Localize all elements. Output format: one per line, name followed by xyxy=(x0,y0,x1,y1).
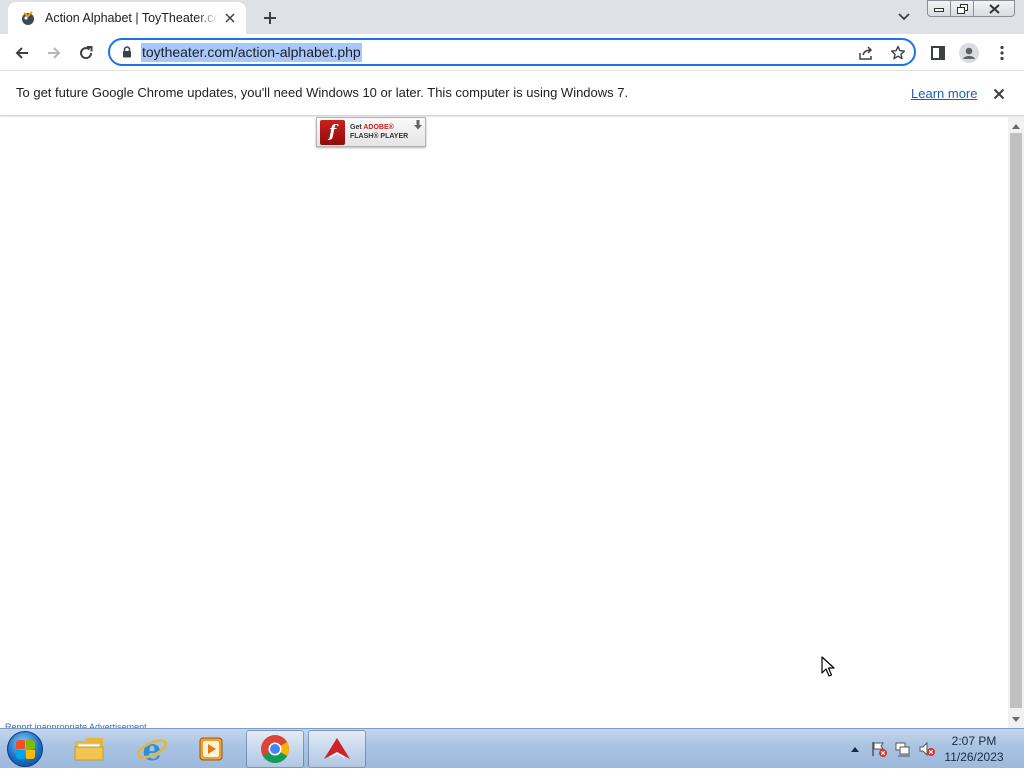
scrollbar-thumb[interactable] xyxy=(1010,133,1022,708)
forward-button[interactable] xyxy=(40,39,68,67)
taskbar-media-player[interactable] xyxy=(182,730,240,768)
system-tray xyxy=(843,729,939,769)
taskbar-flash-player[interactable] xyxy=(308,730,366,768)
url-text[interactable]: toytheater.com/action-alphabet.php xyxy=(141,42,362,62)
show-hidden-icons-arrow-icon[interactable] xyxy=(843,737,867,761)
new-tab-button[interactable] xyxy=(258,6,282,30)
start-button[interactable] xyxy=(4,730,46,768)
mouse-cursor-icon xyxy=(821,656,835,677)
flash-logo-icon: f xyxy=(320,119,345,145)
tab-strip: Action Alphabet | ToyTheater.com xyxy=(0,0,1024,34)
profile-avatar-icon[interactable] xyxy=(955,39,983,67)
page-content: f Get ADOBE® FLASH® PLAYER Report inappr… xyxy=(0,117,1008,728)
back-button[interactable] xyxy=(8,39,36,67)
tab-title: Action Alphabet | ToyTheater.com xyxy=(45,11,218,25)
update-infobar: To get future Google Chrome updates, you… xyxy=(0,71,1024,116)
lock-icon[interactable] xyxy=(120,45,134,59)
taskbar-explorer[interactable] xyxy=(60,730,118,768)
infobar-close-icon[interactable] xyxy=(990,85,1008,103)
folder-icon xyxy=(74,738,104,761)
menu-kebab-icon[interactable] xyxy=(988,39,1016,67)
clock-date: 11/26/2023 xyxy=(944,750,1004,764)
flash-player-app-icon xyxy=(324,738,350,759)
reload-button[interactable] xyxy=(72,39,100,67)
media-player-icon xyxy=(199,737,223,761)
windows-logo-icon xyxy=(7,731,43,767)
toytheater-favicon-icon xyxy=(20,10,36,26)
network-icon[interactable] xyxy=(891,737,915,761)
tab-close-icon[interactable] xyxy=(222,10,238,26)
chrome-icon xyxy=(261,735,289,763)
clock-time: 2:07 PM xyxy=(951,734,997,748)
address-bar[interactable]: toytheater.com/action-alphabet.php xyxy=(108,38,916,66)
bookmark-star-icon[interactable] xyxy=(888,43,908,63)
tab-active[interactable]: Action Alphabet | ToyTheater.com xyxy=(8,2,246,34)
close-window-button[interactable] xyxy=(973,0,1015,17)
svg-text:e: e xyxy=(142,733,161,765)
taskbar-chrome[interactable] xyxy=(246,730,304,768)
restore-button[interactable] xyxy=(950,0,974,17)
internet-explorer-icon: e xyxy=(136,733,168,765)
scroll-up-arrow-icon[interactable] xyxy=(1008,119,1024,133)
taskbar-clock[interactable]: 2:07 PM 11/26/2023 xyxy=(936,733,1012,765)
window-controls xyxy=(927,0,1015,17)
share-icon[interactable] xyxy=(856,43,876,63)
windows-taskbar: e 2:07 PM 11/26/2023 xyxy=(0,728,1024,768)
minimize-button[interactable] xyxy=(927,0,951,17)
tab-search-chevron-icon[interactable] xyxy=(894,8,914,26)
download-arrow-icon xyxy=(414,120,422,130)
flash-badge-text: Get ADOBE® FLASH® PLAYER xyxy=(350,124,409,140)
browser-toolbar: toytheater.com/action-alphabet.php xyxy=(0,34,1024,71)
vertical-scrollbar[interactable] xyxy=(1008,117,1024,728)
infobar-message: To get future Google Chrome updates, you… xyxy=(16,85,629,100)
get-flash-player-button[interactable]: f Get ADOBE® FLASH® PLAYER xyxy=(316,117,426,147)
action-center-flag-icon[interactable] xyxy=(867,737,891,761)
learn-more-link[interactable]: Learn more xyxy=(911,86,977,101)
taskbar-internet-explorer[interactable]: e xyxy=(123,730,181,768)
scroll-down-arrow-icon[interactable] xyxy=(1008,712,1024,726)
side-panel-icon[interactable] xyxy=(924,39,952,67)
